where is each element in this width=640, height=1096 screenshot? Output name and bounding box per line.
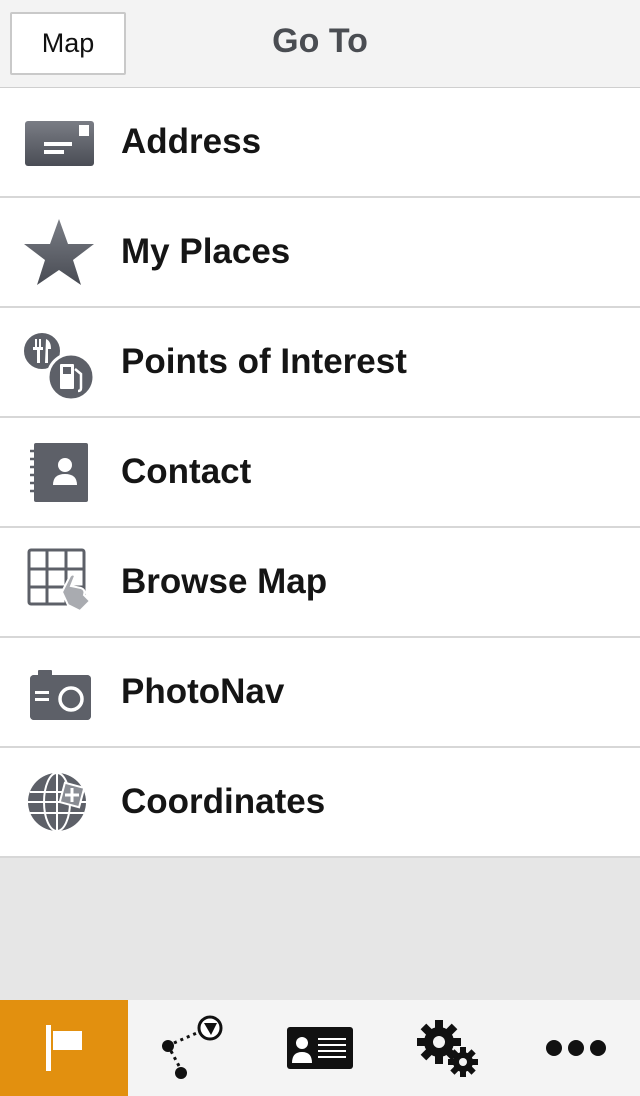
- menu-item-label: Address: [121, 122, 262, 161]
- menu-item-address[interactable]: Address: [0, 88, 640, 198]
- menu-item-label: Contact: [121, 452, 252, 491]
- star-icon: [24, 219, 94, 285]
- menu-item-points-of-interest[interactable]: Points of Interest: [0, 308, 640, 418]
- menu-item-my-places[interactable]: My Places: [0, 198, 640, 308]
- contact-book-icon: [30, 443, 88, 502]
- camera-icon: [30, 670, 91, 720]
- browse-map-icon: [27, 548, 92, 613]
- menu-item-coordinates[interactable]: Coordinates: [0, 748, 640, 858]
- menu-item-label: Coordinates: [121, 782, 326, 821]
- tab-route[interactable]: [128, 1000, 256, 1096]
- menu-item-browse-map[interactable]: Browse Map: [0, 528, 640, 638]
- tab-more[interactable]: [512, 1000, 640, 1096]
- top-bar: Map Go To: [0, 0, 640, 88]
- bottom-tab-bar: [0, 1000, 640, 1096]
- globe-coordinates-icon: [28, 772, 86, 832]
- tab-settings[interactable]: [384, 1000, 512, 1096]
- poi-fuel-food-icon: [22, 331, 96, 399]
- menu-item-label: PhotoNav: [121, 672, 285, 711]
- menu-item-contact[interactable]: Contact: [0, 418, 640, 528]
- address-card-icon: [25, 121, 94, 166]
- tab-contact-card[interactable]: [256, 1000, 384, 1096]
- settings-gears-icon: [417, 1020, 478, 1077]
- more-dots-icon: [546, 1040, 606, 1056]
- contact-card-icon: [287, 1027, 353, 1069]
- menu-item-photonav[interactable]: PhotoNav: [0, 638, 640, 748]
- page-title: Go To: [272, 22, 368, 60]
- menu-item-label: My Places: [121, 232, 291, 271]
- menu-item-label: Browse Map: [121, 562, 328, 601]
- menu-item-label: Points of Interest: [121, 342, 407, 381]
- flag-icon: [46, 1025, 82, 1071]
- tab-go-to[interactable]: [0, 1000, 128, 1096]
- go-to-menu: Address My Places Points of Interest Con…: [0, 88, 640, 858]
- route-icon: [162, 1015, 223, 1079]
